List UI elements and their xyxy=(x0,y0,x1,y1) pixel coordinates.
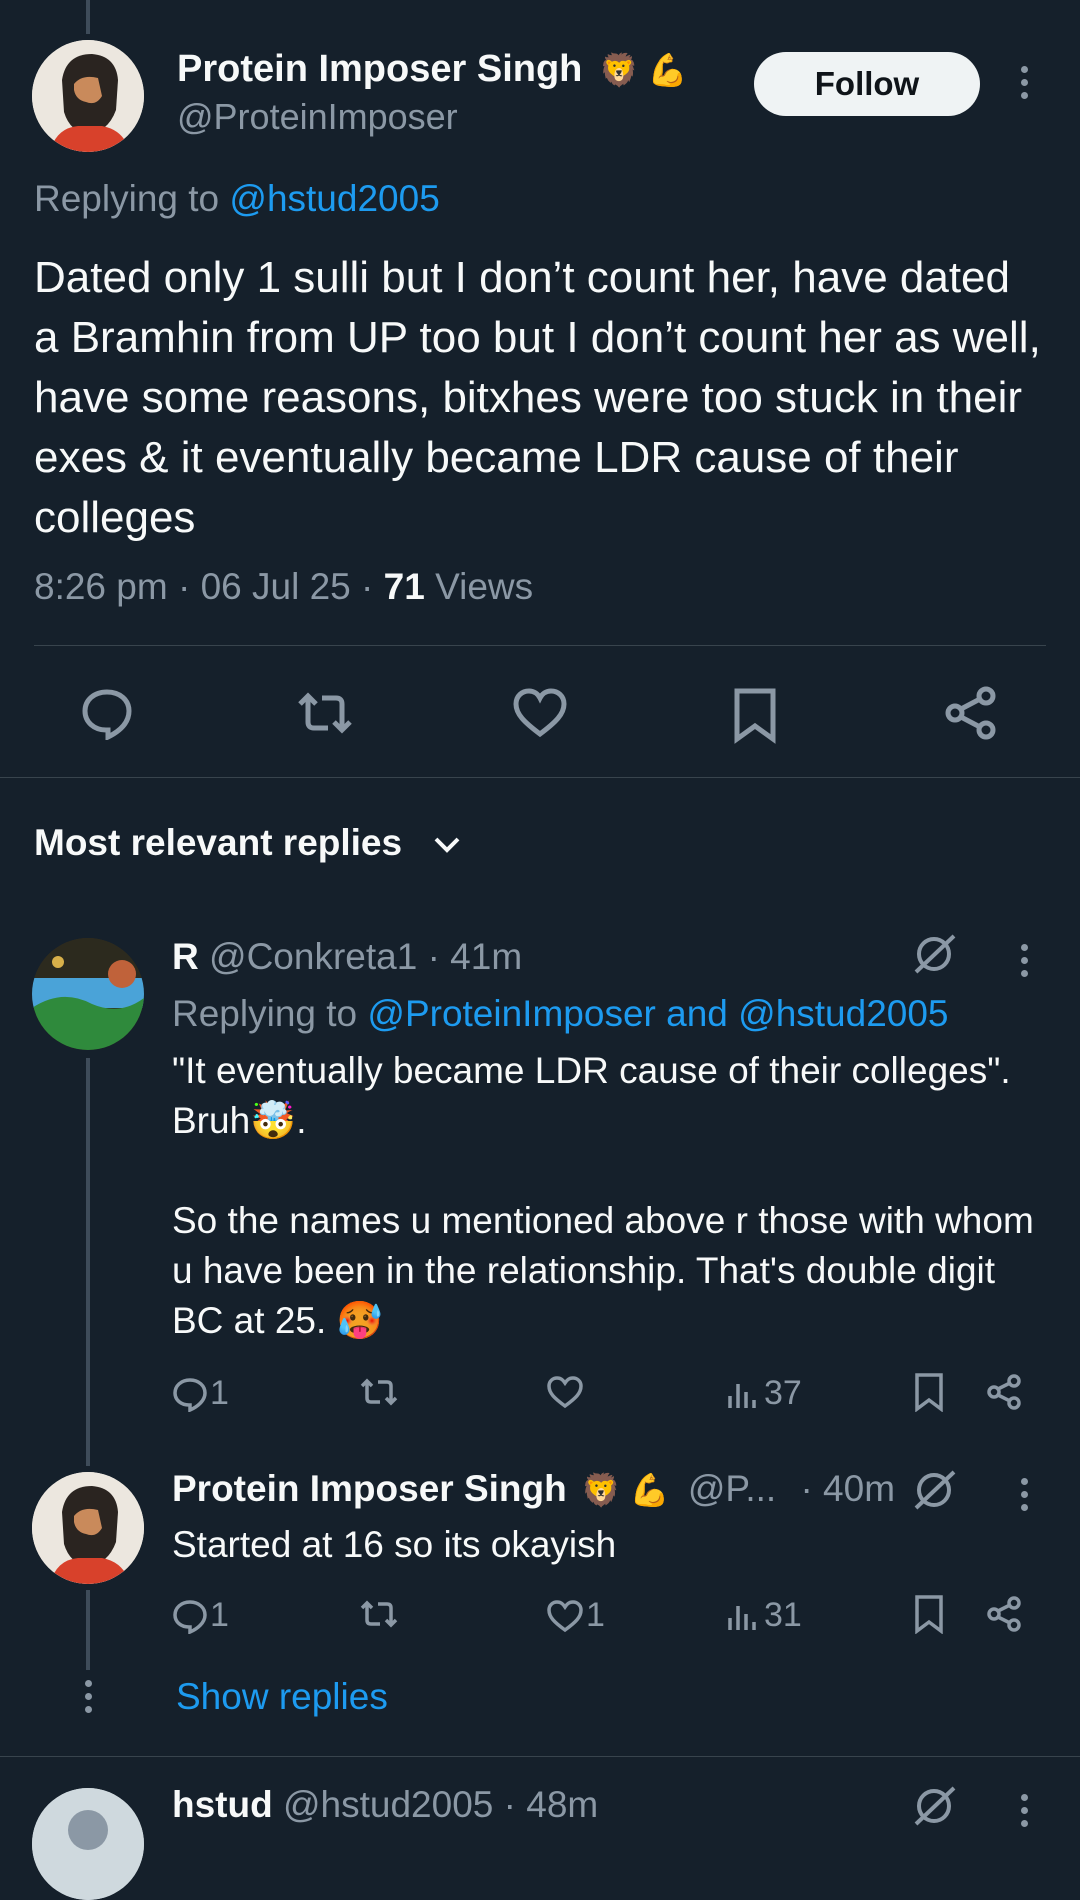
views-count[interactable]: 31 xyxy=(726,1596,802,1635)
reply-time: · 40m xyxy=(800,1468,896,1509)
like-count[interactable]: 1 xyxy=(546,1596,605,1635)
replies-sort-dropdown[interactable]: Most relevant replies xyxy=(34,822,462,864)
retweet-icon[interactable] xyxy=(294,686,356,745)
grok-icon[interactable] xyxy=(910,1782,958,1835)
grok-icon[interactable] xyxy=(910,1466,958,1519)
tweet-meta: 8:26 pm · 06 Jul 25 · 71 Views xyxy=(34,566,534,607)
bookmark-icon[interactable] xyxy=(914,1372,944,1421)
author-emojis: 🦁 💪 xyxy=(581,1472,670,1508)
reply-count-value: 1 xyxy=(210,1596,229,1634)
author-name[interactable]: Protein Imposer Singh 🦁 💪 xyxy=(177,48,688,91)
reply-icon[interactable] xyxy=(80,686,134,745)
divider xyxy=(0,777,1080,778)
thread-dots xyxy=(83,1680,93,1713)
reply-text: Started at 16 so its okayish xyxy=(172,1524,617,1565)
author-emojis: 🦁 💪 xyxy=(598,52,688,88)
more-options-icon[interactable] xyxy=(1019,66,1029,99)
reply-text-paragraph: So the names u mentioned above r those w… xyxy=(172,1200,1034,1341)
replying-to-link[interactable]: @hstud2005 xyxy=(229,178,439,219)
author-handle[interactable]: @ProteinImposer xyxy=(177,96,458,138)
reply-count[interactable]: 1 xyxy=(172,1596,229,1635)
retweet-icon[interactable] xyxy=(358,1596,400,1641)
views-count-value: 31 xyxy=(764,1596,802,1634)
reply-avatar[interactable] xyxy=(32,1472,144,1584)
thread-line xyxy=(86,0,90,34)
thread-line xyxy=(86,1590,90,1670)
more-options-icon[interactable] xyxy=(1019,944,1029,977)
reply-handle-time[interactable]: @Conkreta1 · 41m xyxy=(209,936,522,977)
more-options-icon[interactable] xyxy=(1019,1478,1029,1511)
share-icon[interactable] xyxy=(986,1374,1022,1419)
share-icon[interactable] xyxy=(944,686,998,745)
like-icon xyxy=(547,1599,583,1632)
chevron-down-icon xyxy=(434,837,460,854)
reply-text-line: "It eventually became LDR cause of their… xyxy=(172,1050,1011,1091)
reply-author-name[interactable]: Protein Imposer Singh xyxy=(172,1468,567,1509)
author-avatar[interactable] xyxy=(32,40,144,152)
reply-handle-time[interactable]: @hstud2005 · 48m xyxy=(283,1784,598,1825)
like-count-value: 1 xyxy=(586,1596,605,1634)
reply-author-name[interactable]: R xyxy=(172,936,199,977)
divider xyxy=(34,645,1046,646)
reply-text-line: Bruh🤯. xyxy=(172,1100,307,1141)
replies-sort-label[interactable]: Most relevant replies xyxy=(34,822,402,863)
bookmark-icon[interactable] xyxy=(914,1594,944,1643)
like-icon xyxy=(547,1376,583,1409)
reply-text: "It eventually became LDR cause of their… xyxy=(172,1046,1052,1346)
replying-to: Replying to @ProteinImposer and @hstud20… xyxy=(172,993,949,1035)
follow-button[interactable]: Follow xyxy=(754,52,980,116)
reply-count[interactable]: 1 xyxy=(172,1374,229,1413)
analytics-icon xyxy=(728,1383,756,1408)
tweet-text: Dated only 1 sulli but I don’t count her… xyxy=(34,253,1041,542)
author-name-text[interactable]: Protein Imposer Singh xyxy=(177,48,582,90)
replying-to: Replying to @hstud2005 xyxy=(34,178,440,220)
reply-avatar[interactable] xyxy=(32,1788,144,1900)
analytics-icon xyxy=(728,1605,756,1630)
reply-header: hstud @hstud2005 · 48m xyxy=(172,1784,598,1826)
divider xyxy=(0,1756,1080,1757)
reply-count-value: 1 xyxy=(210,1374,229,1412)
reply-header: R @Conkreta1 · 41m xyxy=(172,936,522,978)
tweet-time: 8:26 pm xyxy=(34,566,168,607)
replying-to-link[interactable]: @ProteinImposer and @hstud2005 xyxy=(367,993,948,1034)
replying-prefix: Replying to xyxy=(34,178,220,219)
reply-header: Protein Imposer Singh 🦁 💪 @P... · 40m xyxy=(172,1468,895,1510)
tweet-date: 06 Jul 25 xyxy=(200,566,351,607)
show-replies-link[interactable]: Show replies xyxy=(176,1676,388,1718)
retweet-icon[interactable] xyxy=(358,1374,400,1419)
grok-icon[interactable] xyxy=(910,930,958,983)
replying-prefix: Replying to xyxy=(172,993,358,1034)
reply-handle[interactable]: @P... xyxy=(688,1468,776,1509)
thread-line xyxy=(86,1058,90,1466)
reply-avatar[interactable] xyxy=(32,938,144,1050)
views-count: 71 xyxy=(383,566,425,607)
share-icon[interactable] xyxy=(986,1596,1022,1641)
reply-icon xyxy=(173,1599,207,1634)
like-icon[interactable] xyxy=(512,686,568,745)
views-count[interactable]: 37 xyxy=(726,1374,802,1413)
views-count-value: 37 xyxy=(764,1374,802,1412)
views-label: Views xyxy=(435,566,534,607)
like-count[interactable] xyxy=(546,1374,584,1410)
bookmark-icon[interactable] xyxy=(732,686,778,749)
reply-icon xyxy=(173,1377,207,1412)
more-options-icon[interactable] xyxy=(1019,1794,1029,1827)
reply-author-name[interactable]: hstud xyxy=(172,1784,273,1825)
